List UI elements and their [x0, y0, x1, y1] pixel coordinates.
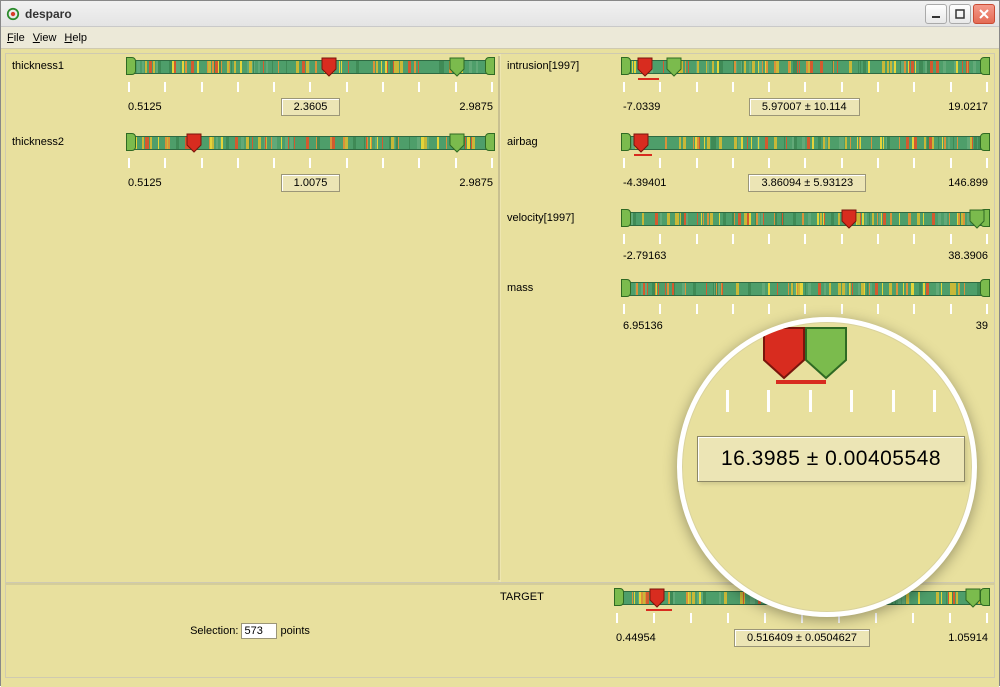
- titlebar: desparo: [1, 1, 999, 27]
- marker-green-icon[interactable]: [965, 588, 981, 608]
- handle-left-icon[interactable]: [614, 588, 624, 606]
- slider-label: thickness2: [12, 134, 122, 148]
- slider-label: thickness1: [12, 58, 122, 72]
- handle-left-icon[interactable]: [126, 133, 136, 151]
- slider-row-intrusion: intrusion[1997]: [507, 58, 988, 116]
- marker-green-icon[interactable]: [804, 326, 848, 385]
- slider-label: mass: [507, 280, 617, 294]
- min-value: 6.95136: [623, 320, 663, 332]
- selection-label: Selection:: [190, 625, 238, 637]
- handle-right-icon[interactable]: [980, 133, 990, 151]
- window-title: desparo: [25, 7, 925, 21]
- center-value: 2.3605: [281, 98, 341, 116]
- menu-view[interactable]: View: [33, 32, 57, 44]
- slider-row-mass: mass 6.95136 . 39: [507, 280, 988, 332]
- center-value: 1.0075: [281, 174, 341, 192]
- marker-green-icon[interactable]: [449, 133, 465, 153]
- slider-mass[interactable]: [623, 280, 988, 304]
- handle-right-icon[interactable]: [980, 57, 990, 75]
- magnified-value: 16.3985 ± 0.00405548: [697, 436, 965, 482]
- max-value: 39: [976, 320, 988, 332]
- min-value: -2.79163: [623, 250, 666, 262]
- slider-label: airbag: [507, 134, 617, 148]
- slider-thickness1[interactable]: [128, 58, 493, 82]
- slider-row-target: TARGET: [500, 589, 988, 647]
- handle-left-icon[interactable]: [621, 209, 631, 227]
- slider-row-thickness1: thickness1 0.5: [12, 58, 493, 116]
- marker-red-icon[interactable]: [841, 209, 857, 229]
- slider-intrusion[interactable]: [623, 58, 988, 82]
- slider-velocity[interactable]: [623, 210, 988, 234]
- slider-row-airbag: airbag -4.39401 3.86094 ± 5.93: [507, 134, 988, 192]
- max-value: 1.05914: [948, 632, 988, 644]
- handle-left-icon[interactable]: [621, 57, 631, 75]
- marker-red-icon[interactable]: [321, 57, 337, 77]
- min-value: -7.0339: [623, 101, 660, 113]
- handle-left-icon[interactable]: [621, 133, 631, 151]
- marker-red-icon[interactable]: [186, 133, 202, 153]
- max-value: 146.899: [948, 177, 988, 189]
- slider-row-velocity: velocity[1997]: [507, 210, 988, 262]
- center-value: 0.516409 ± 0.0504627: [734, 629, 870, 647]
- marker-green-icon[interactable]: [666, 57, 682, 77]
- menu-help[interactable]: Help: [64, 32, 87, 44]
- handle-right-icon[interactable]: [980, 588, 990, 606]
- center-value: 3.86094 ± 5.93123: [748, 174, 866, 192]
- interval-red-icon: [634, 154, 652, 156]
- min-value: 0.44954: [616, 632, 656, 644]
- marker-red-icon[interactable]: [633, 133, 649, 153]
- target-area: TARGET: [494, 585, 994, 677]
- marker-green-icon[interactable]: [449, 57, 465, 77]
- client-area: thickness1 0.5: [1, 49, 999, 687]
- slider-label: velocity[1997]: [507, 210, 617, 224]
- interval-red-icon: [646, 609, 672, 611]
- handle-right-icon[interactable]: [485, 133, 495, 151]
- selection-area: Selection: points: [6, 585, 494, 677]
- slider-label: intrusion[1997]: [507, 58, 617, 72]
- interval-red-icon: [776, 380, 826, 384]
- handle-left-icon[interactable]: [126, 57, 136, 75]
- selection-unit: points: [281, 625, 310, 637]
- left-column: thickness1 0.5: [6, 54, 501, 582]
- handle-right-icon[interactable]: [485, 57, 495, 75]
- max-value: 19.0217: [948, 101, 988, 113]
- marker-green-icon[interactable]: [969, 209, 985, 229]
- handle-right-icon[interactable]: [980, 279, 990, 297]
- marker-red-icon[interactable]: [762, 326, 806, 385]
- slider-row-thickness2: thickness2 0.5: [12, 134, 493, 192]
- close-button[interactable]: [973, 4, 995, 24]
- max-value: 2.9875: [459, 177, 493, 189]
- marker-red-icon[interactable]: [649, 588, 665, 608]
- maximize-button[interactable]: [949, 4, 971, 24]
- marker-red-icon[interactable]: [637, 57, 653, 77]
- max-value: 38.3906: [948, 250, 988, 262]
- minimize-button[interactable]: [925, 4, 947, 24]
- slider-airbag[interactable]: [623, 134, 988, 158]
- menubar: File View Help: [1, 27, 999, 49]
- center-value: 5.97007 ± 10.114: [749, 98, 860, 116]
- magnified-slider: [677, 330, 977, 390]
- interval-red-icon: [638, 78, 660, 80]
- menu-file[interactable]: File: [7, 32, 25, 44]
- handle-left-icon[interactable]: [621, 279, 631, 297]
- min-value: 0.5125: [128, 177, 162, 189]
- app-icon: [5, 6, 21, 22]
- min-value: 0.5125: [128, 101, 162, 113]
- slider-label: TARGET: [500, 589, 610, 603]
- magnifier-lens: 16.3985 ± 0.00405548: [677, 317, 977, 617]
- max-value: 2.9875: [459, 101, 493, 113]
- selection-input[interactable]: [241, 623, 277, 639]
- slider-thickness2[interactable]: [128, 134, 493, 158]
- min-value: -4.39401: [623, 177, 666, 189]
